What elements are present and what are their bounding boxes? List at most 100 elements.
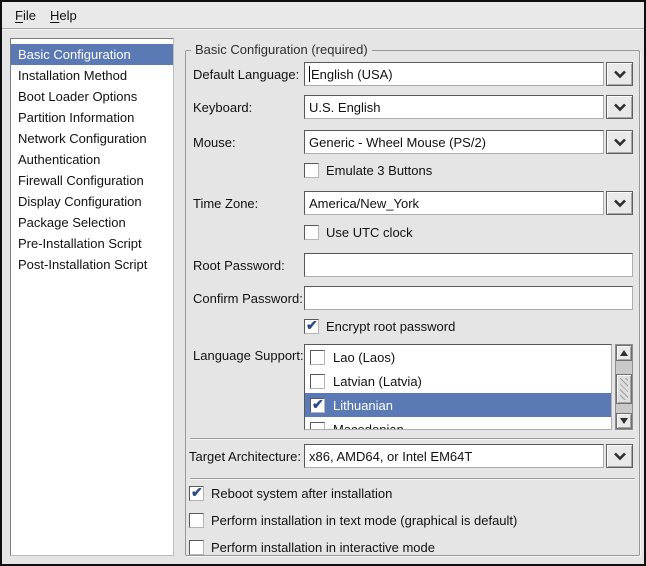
- mouse-dropdown-button[interactable]: [606, 130, 633, 154]
- language-option-label: Lao (Laos): [333, 350, 395, 365]
- mouse-label: Mouse:: [193, 135, 304, 150]
- language-support-label: Language Support:: [193, 344, 304, 363]
- reboot-label: Reboot system after installation: [211, 486, 392, 501]
- use-utc-checkbox[interactable]: [304, 225, 319, 240]
- sidebar-item[interactable]: Pre-Installation Script: [11, 233, 173, 254]
- interactive-mode-label: Perform installation in interactive mode: [211, 540, 435, 555]
- text-cursor: [309, 66, 310, 82]
- default-language-dropdown-button[interactable]: [606, 62, 633, 86]
- mouse-row: Mouse: Generic - Wheel Mouse (PS/2): [193, 130, 633, 154]
- emulate-3-buttons-label: Emulate 3 Buttons: [326, 163, 432, 178]
- kickstart-configurator-window: File Help Basic ConfigurationInstallatio…: [0, 0, 646, 566]
- language-list-scrollbar[interactable]: [615, 344, 633, 430]
- menu-file[interactable]: File: [8, 5, 43, 26]
- language-option-checkbox[interactable]: [310, 374, 325, 389]
- time-zone-value: America/New_York: [309, 196, 419, 211]
- default-language-label: Default Language:: [193, 67, 304, 82]
- basic-configuration-group: Basic Configuration (required) Default L…: [185, 50, 640, 556]
- keyboard-label: Keyboard:: [193, 100, 304, 115]
- language-option-checkbox[interactable]: [310, 350, 325, 365]
- default-language-row: Default Language: English (USA): [193, 62, 633, 86]
- text-mode-label: Perform installation in text mode (graph…: [211, 513, 517, 528]
- sidebar-list: Basic ConfigurationInstallation MethodBo…: [10, 38, 174, 556]
- separator: [190, 438, 635, 440]
- triangle-down-icon: [620, 418, 628, 424]
- mouse-combo[interactable]: Generic - Wheel Mouse (PS/2): [304, 130, 604, 154]
- language-option[interactable]: Latvian (Latvia): [305, 369, 611, 393]
- language-option-label: Macedonian: [333, 422, 404, 431]
- scroll-down-button[interactable]: [616, 413, 632, 429]
- encrypt-root-label: Encrypt root password: [326, 319, 455, 334]
- scrollbar-thumb[interactable]: [616, 374, 632, 404]
- menu-file-mnemonic: F: [15, 8, 23, 23]
- menu-help-mnemonic: H: [50, 8, 59, 23]
- text-mode-row: Perform installation in text mode (graph…: [189, 513, 517, 528]
- target-architecture-dropdown-button[interactable]: [606, 444, 633, 468]
- language-option[interactable]: Macedonian: [305, 417, 611, 430]
- sidebar-item[interactable]: Boot Loader Options: [11, 86, 173, 107]
- root-password-label: Root Password:: [193, 258, 304, 273]
- menu-file-label: ile: [23, 8, 36, 23]
- root-password-row: Root Password:: [193, 253, 633, 277]
- sidebar-item[interactable]: Firewall Configuration: [11, 170, 173, 191]
- language-option-checkbox[interactable]: [310, 398, 325, 413]
- encrypt-root-row: Encrypt root password: [304, 319, 455, 334]
- sidebar-item[interactable]: Display Configuration: [11, 191, 173, 212]
- time-zone-label: Time Zone:: [193, 196, 304, 211]
- target-architecture-row: Target Architecture: x86, AMD64, or Inte…: [189, 444, 633, 468]
- language-support-row: Language Support: Lao (Laos) Latvian (Lat…: [193, 344, 633, 430]
- target-architecture-label: Target Architecture:: [189, 449, 304, 464]
- language-option-label: Latvian (Latvia): [333, 374, 422, 389]
- time-zone-row: Time Zone: America/New_York: [193, 191, 633, 215]
- use-utc-label: Use UTC clock: [326, 225, 413, 240]
- language-option[interactable]: Lao (Laos): [305, 345, 611, 369]
- menu-help-label: elp: [59, 8, 76, 23]
- language-option[interactable]: Lithuanian: [305, 393, 611, 417]
- time-zone-dropdown-button[interactable]: [606, 191, 633, 215]
- sidebar-item[interactable]: Installation Method: [11, 65, 173, 86]
- sidebar-item[interactable]: Post-Installation Script: [11, 254, 173, 275]
- separator: [190, 478, 635, 480]
- chevron-down-icon: [613, 67, 627, 82]
- keyboard-value: U.S. English: [309, 100, 381, 115]
- emulate-3-buttons-checkbox[interactable]: [304, 163, 319, 178]
- confirm-password-row: Confirm Password:: [193, 286, 633, 310]
- chevron-down-icon: [613, 449, 627, 464]
- sidebar-item[interactable]: Network Configuration: [11, 128, 173, 149]
- interactive-mode-checkbox[interactable]: [189, 540, 204, 555]
- language-option-checkbox[interactable]: [310, 422, 325, 431]
- mouse-value: Generic - Wheel Mouse (PS/2): [309, 135, 486, 150]
- language-option-label: Lithuanian: [333, 398, 393, 413]
- menu-bar: File Help: [2, 2, 644, 29]
- confirm-password-field[interactable]: [304, 286, 633, 310]
- sidebar-item[interactable]: Package Selection: [11, 212, 173, 233]
- sidebar-item[interactable]: Authentication: [11, 149, 173, 170]
- time-zone-combo[interactable]: America/New_York: [304, 191, 604, 215]
- target-architecture-combo[interactable]: x86, AMD64, or Intel EM64T: [304, 444, 604, 468]
- reboot-row: Reboot system after installation: [189, 486, 392, 501]
- use-utc-row: Use UTC clock: [304, 225, 413, 240]
- language-support-list: Lao (Laos) Latvian (Latvia) Lithuanian Mace…: [304, 344, 612, 430]
- reboot-checkbox[interactable]: [189, 486, 204, 501]
- encrypt-root-checkbox[interactable]: [304, 319, 319, 334]
- default-language-combo[interactable]: English (USA): [304, 62, 604, 86]
- chevron-down-icon: [613, 135, 627, 150]
- group-title: Basic Configuration (required): [191, 42, 372, 57]
- root-password-field[interactable]: [304, 253, 633, 277]
- keyboard-combo[interactable]: U.S. English: [304, 95, 604, 119]
- default-language-value: English (USA): [311, 67, 393, 82]
- interactive-mode-row: Perform installation in interactive mode: [189, 540, 435, 555]
- sidebar-item[interactable]: Partition Information: [11, 107, 173, 128]
- chevron-down-icon: [613, 100, 627, 115]
- confirm-password-label: Confirm Password:: [193, 291, 304, 306]
- chevron-down-icon: [613, 196, 627, 211]
- scroll-up-button[interactable]: [616, 345, 632, 361]
- target-architecture-value: x86, AMD64, or Intel EM64T: [309, 449, 472, 464]
- emulate-3-buttons-row: Emulate 3 Buttons: [304, 163, 432, 178]
- triangle-up-icon: [620, 350, 628, 356]
- keyboard-dropdown-button[interactable]: [606, 95, 633, 119]
- text-mode-checkbox[interactable]: [189, 513, 204, 528]
- menu-help[interactable]: Help: [43, 5, 84, 26]
- keyboard-row: Keyboard: U.S. English: [193, 95, 633, 119]
- sidebar-item[interactable]: Basic Configuration: [11, 44, 173, 65]
